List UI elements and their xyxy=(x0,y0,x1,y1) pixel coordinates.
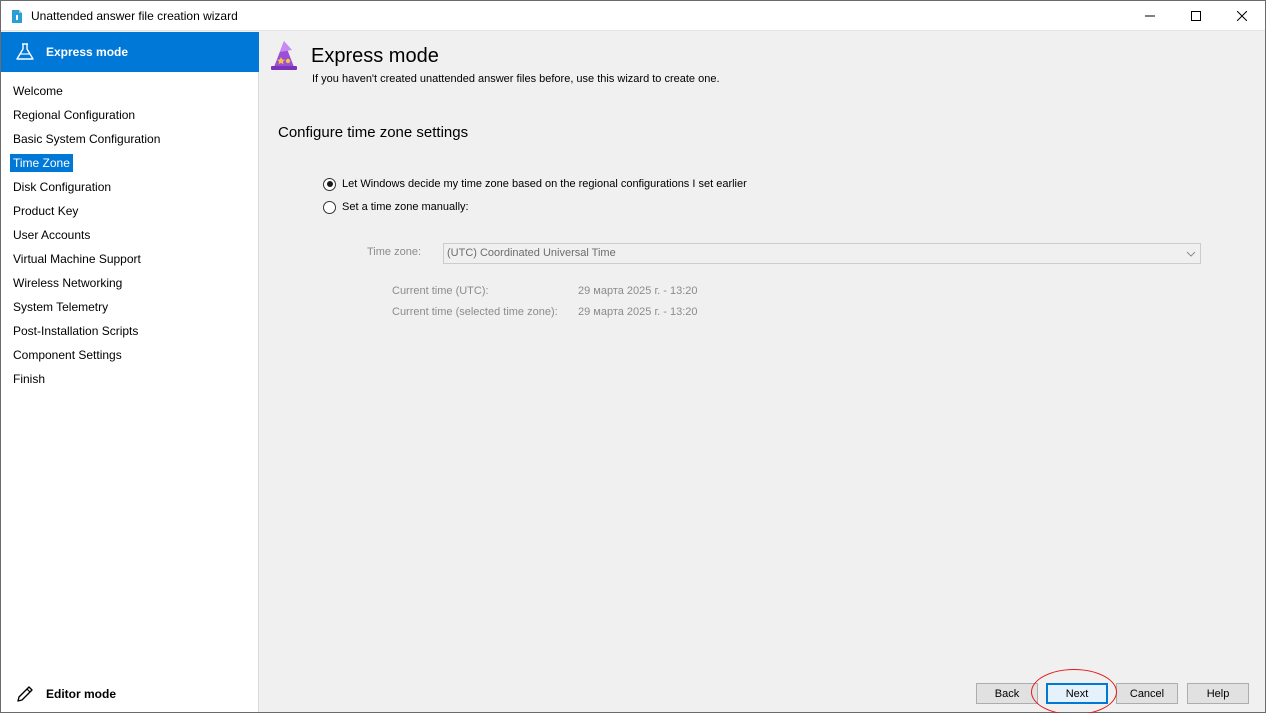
window-title: Unattended answer file creation wizard xyxy=(31,9,238,23)
sidebar-item-welcome[interactable]: Welcome xyxy=(1,79,259,103)
section-title: Configure time zone settings xyxy=(278,124,469,141)
maximize-button[interactable] xyxy=(1173,1,1219,31)
app-file-icon xyxy=(12,10,22,23)
wizard-window: Unattended answer file creation wizard E… xyxy=(0,0,1266,713)
page-subtitle: If you haven't created unattended answer… xyxy=(312,73,720,85)
sidebar-item-label: Post-Installation Scripts xyxy=(13,324,139,338)
sidebar-header-label: Express mode xyxy=(46,45,129,59)
sidebar-item-label: System Telemetry xyxy=(13,300,109,314)
page-title: Express mode xyxy=(311,45,439,67)
radio-auto-timezone[interactable]: Let Windows decide my time zone based on… xyxy=(323,175,747,193)
close-icon xyxy=(1237,11,1247,21)
sidebar: Express mode Welcome Regional Configurat… xyxy=(1,32,259,712)
current-time-selected-label: Current time (selected time zone): xyxy=(392,306,558,318)
back-button[interactable]: Back xyxy=(976,683,1038,704)
sidebar-item-system-telemetry[interactable]: System Telemetry xyxy=(1,295,259,319)
chevron-down-icon xyxy=(1186,251,1196,257)
wizard-hat-icon xyxy=(271,41,297,70)
sidebar-item-label: Disk Configuration xyxy=(13,180,112,194)
sidebar-item-label: Welcome xyxy=(13,84,63,98)
sidebar-item-product-key[interactable]: Product Key xyxy=(1,199,259,223)
sidebar-item-post-installation-scripts[interactable]: Post-Installation Scripts xyxy=(1,319,259,343)
timezone-dropdown-value: (UTC) Coordinated Universal Time xyxy=(447,247,616,259)
sidebar-item-label: Finish xyxy=(13,372,46,386)
timezone-label: Time zone: xyxy=(367,246,422,258)
minimize-button[interactable] xyxy=(1127,1,1173,31)
sidebar-item-label: Product Key xyxy=(13,204,79,218)
current-time-selected-value: 29 марта 2025 г. - 13:20 xyxy=(578,306,698,318)
flask-icon xyxy=(16,43,34,60)
sidebar-item-disk-configuration[interactable]: Disk Configuration xyxy=(1,175,259,199)
sidebar-item-component-settings[interactable]: Component Settings xyxy=(1,343,259,367)
current-time-utc-label: Current time (UTC): xyxy=(392,285,489,297)
sidebar-item-wireless-networking[interactable]: Wireless Networking xyxy=(1,271,259,295)
sidebar-nav: Welcome Regional Configuration Basic Sys… xyxy=(1,79,259,391)
help-button[interactable]: Help xyxy=(1187,683,1249,704)
radio-auto-label: Let Windows decide my time zone based on… xyxy=(342,178,747,190)
main-panel: Express mode If you haven't created unat… xyxy=(260,32,1265,713)
sidebar-item-virtual-machine-support[interactable]: Virtual Machine Support xyxy=(1,247,259,271)
editor-mode-button[interactable]: Editor mode xyxy=(1,680,259,710)
cancel-button[interactable]: Cancel xyxy=(1116,683,1178,704)
next-button[interactable]: Next xyxy=(1046,683,1108,704)
radio-button-auto[interactable] xyxy=(323,177,336,191)
maximize-icon xyxy=(1191,11,1201,21)
pencil-icon xyxy=(17,686,33,702)
radio-button-manual[interactable] xyxy=(323,200,336,214)
sidebar-item-user-accounts[interactable]: User Accounts xyxy=(1,223,259,247)
editor-mode-label: Editor mode xyxy=(46,687,117,701)
sidebar-item-finish[interactable]: Finish xyxy=(1,367,259,391)
sidebar-item-label: Regional Configuration xyxy=(13,108,136,122)
sidebar-item-label: Wireless Networking xyxy=(13,276,123,290)
title-bar: Unattended answer file creation wizard xyxy=(1,1,1265,31)
timezone-dropdown[interactable]: (UTC) Coordinated Universal Time xyxy=(443,243,1201,264)
sidebar-header-express-mode[interactable]: Express mode xyxy=(1,32,259,72)
radio-manual-timezone[interactable]: Set a time zone manually: xyxy=(323,198,469,216)
current-time-utc-value: 29 марта 2025 г. - 13:20 xyxy=(578,285,698,297)
sidebar-item-label: Basic System Configuration xyxy=(13,132,161,146)
close-button[interactable] xyxy=(1219,1,1265,31)
minimize-icon xyxy=(1145,15,1155,17)
sidebar-item-label: User Accounts xyxy=(13,228,91,242)
sidebar-item-label: Virtual Machine Support xyxy=(13,252,141,266)
sidebar-item-time-zone[interactable]: Time Zone xyxy=(1,151,259,175)
sidebar-item-regional-configuration[interactable]: Regional Configuration xyxy=(1,103,259,127)
radio-manual-label: Set a time zone manually: xyxy=(342,201,469,213)
sidebar-item-basic-system-configuration[interactable]: Basic System Configuration xyxy=(1,127,259,151)
sidebar-item-label: Component Settings xyxy=(13,348,122,362)
sidebar-item-label: Time Zone xyxy=(10,154,73,172)
